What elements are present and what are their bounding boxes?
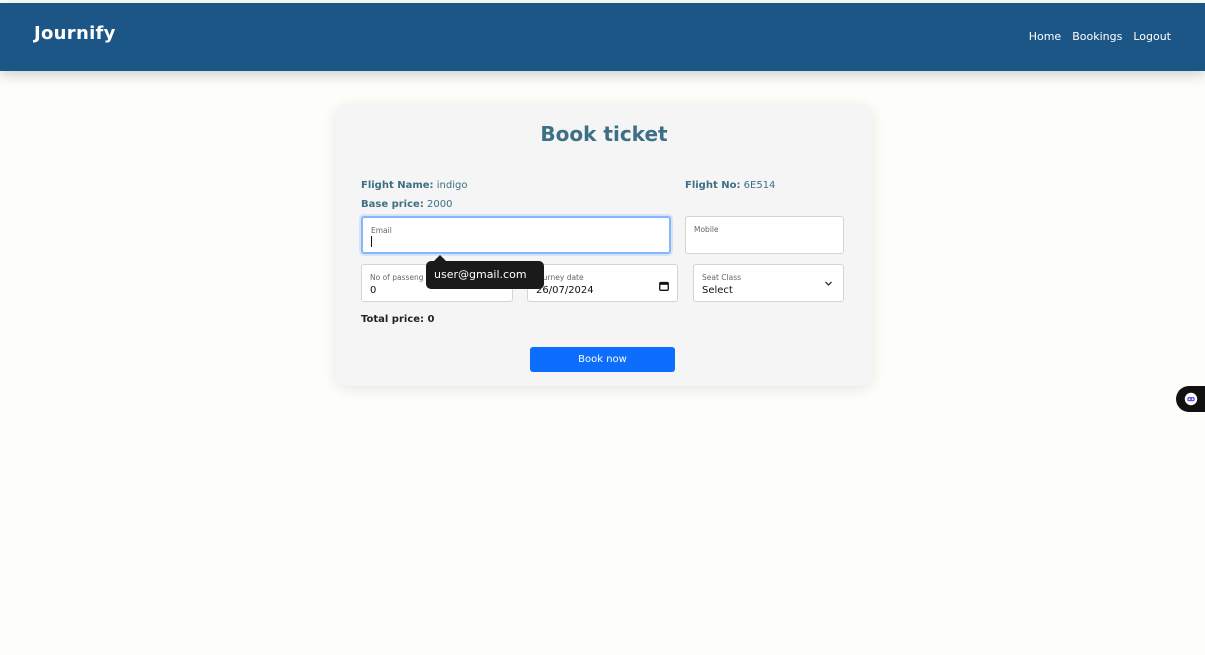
total-price-value: 0: [427, 314, 435, 325]
base-price-value: 2000: [427, 199, 453, 210]
autofill-suggestion[interactable]: user@gmail.com: [426, 255, 544, 289]
base-price-label: Base price:: [361, 199, 424, 210]
calendar-icon[interactable]: [659, 281, 669, 291]
text-caret: [371, 236, 372, 247]
seat-class-label: Seat Class: [702, 273, 742, 282]
email-field[interactable]: Email: [361, 216, 671, 254]
flight-number-value: 6E514: [743, 180, 776, 191]
assistant-launcher[interactable]: [1176, 386, 1205, 412]
booking-card: Book ticket Flight Name: indigo Flight N…: [336, 104, 872, 386]
nav-logout[interactable]: Logout: [1133, 30, 1171, 43]
journey-date-field[interactable]: Journey date 26/07/2024: [527, 264, 678, 302]
seat-class-select[interactable]: Seat Class Select: [693, 264, 844, 302]
seat-class-value: Select: [702, 285, 733, 296]
passengers-label: No of passeng: [370, 273, 424, 282]
flight-name: Flight Name: indigo: [361, 180, 467, 191]
nav-home[interactable]: Home: [1029, 30, 1061, 43]
chevron-down-icon: [825, 281, 832, 286]
flight-number-label: Flight No:: [685, 180, 741, 191]
journey-date-value: 26/07/2024: [536, 285, 594, 296]
flight-number: Flight No: 6E514: [685, 180, 775, 191]
navbar: Journify Home Bookings Logout: [0, 3, 1205, 71]
flight-name-value: indigo: [436, 180, 468, 191]
total-price: Total price: 0: [361, 314, 434, 325]
book-now-button[interactable]: Book now: [530, 347, 675, 372]
email-label: Email: [371, 226, 392, 235]
nav-bookings[interactable]: Bookings: [1072, 30, 1122, 43]
mobile-label: Mobile: [694, 225, 719, 234]
page-title: Book ticket: [540, 122, 668, 146]
nav-links: Home Bookings Logout: [1029, 30, 1171, 43]
mobile-field[interactable]: Mobile: [685, 216, 844, 254]
base-price: Base price: 2000: [361, 199, 452, 210]
flight-name-label: Flight Name:: [361, 180, 434, 191]
bot-icon: [1184, 392, 1198, 406]
brand-logo[interactable]: Journify: [34, 23, 116, 44]
passengers-value: 0: [370, 285, 377, 296]
total-price-label: Total price:: [361, 314, 425, 325]
